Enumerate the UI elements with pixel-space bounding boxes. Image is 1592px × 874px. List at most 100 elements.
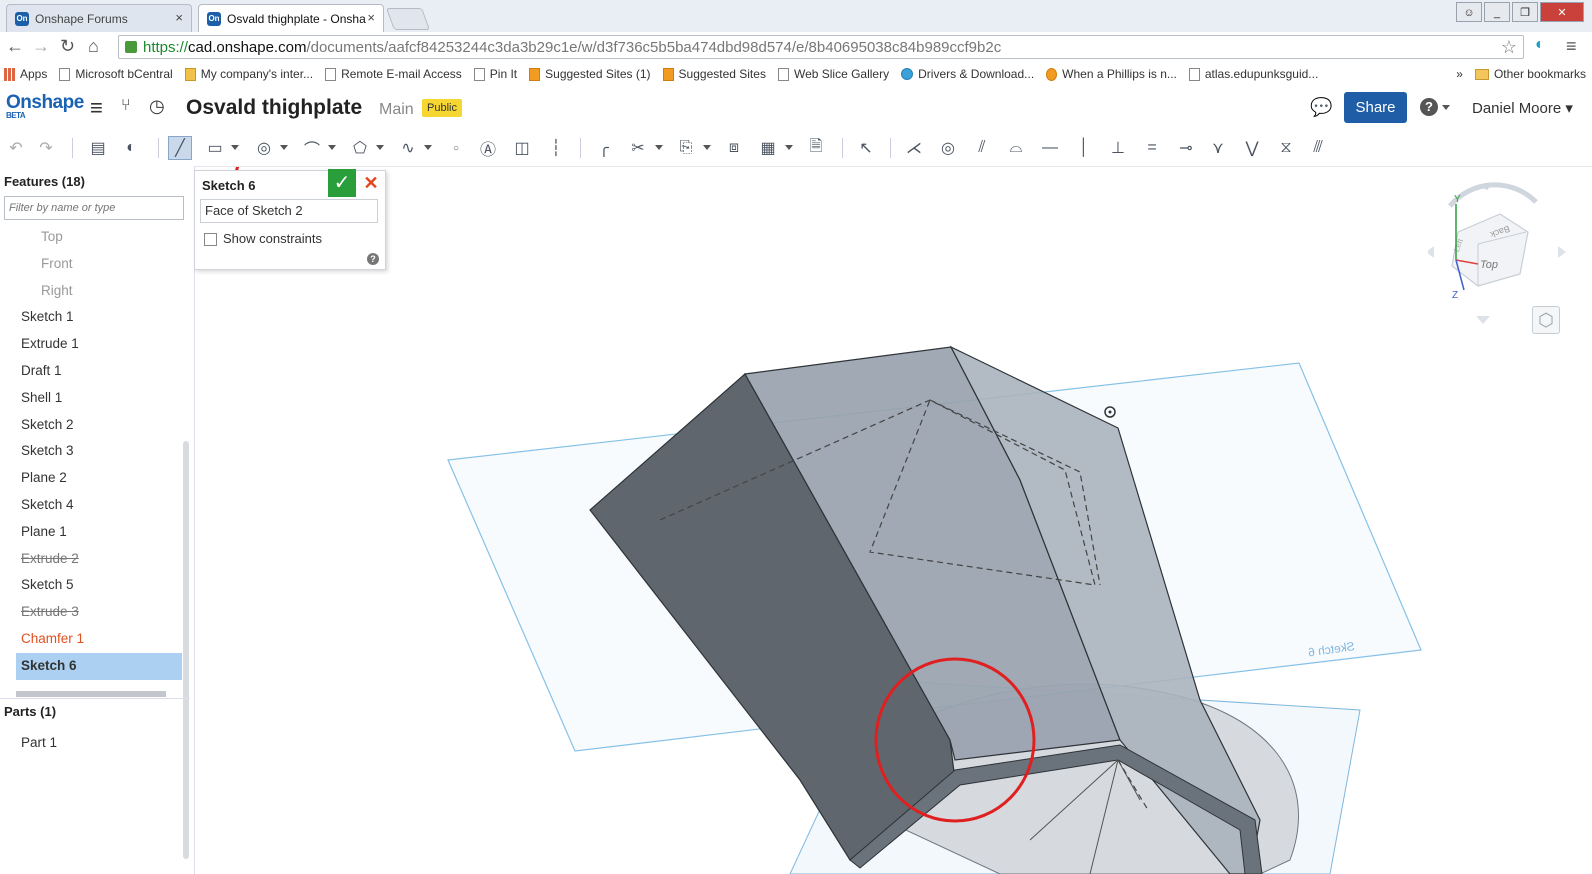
arc-tool-icon[interactable]: ⌒ bbox=[300, 136, 324, 160]
window-close-icon[interactable]: ✕ bbox=[1540, 2, 1584, 22]
graphics-viewport[interactable]: Sketch 6 bbox=[195, 167, 1592, 874]
offset-icon[interactable]: ⎘ bbox=[674, 136, 698, 160]
tangent-icon[interactable]: ⌓ bbox=[1004, 136, 1028, 160]
hamburger-menu-icon[interactable]: ≡ bbox=[90, 95, 103, 121]
bookmark-item[interactable]: atlas.edupunksguid... bbox=[1188, 67, 1318, 81]
feature-plane-1[interactable]: Plane 1 bbox=[0, 519, 182, 546]
perpendicular-icon[interactable]: ⊥ bbox=[1106, 136, 1130, 160]
share-button[interactable]: Share bbox=[1344, 92, 1407, 123]
bookmark-apps[interactable]: Apps bbox=[4, 67, 47, 81]
dimension-icon[interactable]: ┆ bbox=[544, 136, 568, 160]
point-tool-icon[interactable]: ○ bbox=[444, 136, 468, 160]
bookmark-item[interactable]: Microsoft bCentral bbox=[59, 67, 173, 81]
feature-chamfer-1[interactable]: Chamfer 1 bbox=[0, 626, 182, 653]
fillet-icon[interactable]: ╭ bbox=[592, 136, 616, 160]
chevron-down-icon[interactable] bbox=[231, 145, 239, 150]
use-convert-icon[interactable]: ◐ bbox=[119, 136, 143, 160]
spline-tool-icon[interactable]: ∿ bbox=[396, 136, 420, 160]
reload-icon[interactable]: ↻ bbox=[60, 36, 75, 57]
comments-icon[interactable]: 💬 bbox=[1310, 97, 1332, 118]
vertical-icon[interactable]: │ bbox=[1072, 136, 1096, 160]
user-menu[interactable]: Daniel Moore ▾ bbox=[1472, 99, 1573, 117]
sketch-plane-field[interactable]: Face of Sketch 2 bbox=[200, 199, 378, 223]
symmetric-icon[interactable]: ⧖ bbox=[1274, 136, 1298, 160]
bookmark-item[interactable]: Web Slice Gallery bbox=[777, 67, 889, 81]
feature-sketch-4[interactable]: Sketch 4 bbox=[0, 492, 182, 519]
chevron-down-icon[interactable] bbox=[655, 145, 663, 150]
chevron-down-icon[interactable] bbox=[424, 145, 432, 150]
forward-arrow-icon[interactable]: → bbox=[32, 36, 50, 57]
tab-close-icon[interactable]: × bbox=[367, 10, 375, 25]
arrow-right-icon[interactable] bbox=[1558, 246, 1566, 258]
workspace-name[interactable]: Main bbox=[379, 101, 414, 119]
concentric-icon[interactable]: ◎ bbox=[936, 136, 960, 160]
polygon-tool-icon[interactable]: ⬠ bbox=[348, 136, 372, 160]
bookmark-item[interactable]: Pin It bbox=[473, 67, 517, 81]
feature-sketch-5[interactable]: Sketch 5 bbox=[0, 572, 182, 599]
chrome-menu-icon[interactable]: ≡ bbox=[1566, 36, 1577, 57]
dxf-import-icon[interactable]: 🗎 bbox=[804, 136, 828, 160]
document-title[interactable]: Osvald thighplate bbox=[186, 96, 362, 120]
part-item[interactable]: Part 1 bbox=[21, 735, 57, 750]
feature-list-scrollbar[interactable] bbox=[183, 441, 189, 859]
bookmark-item[interactable]: My company's inter... bbox=[184, 67, 313, 81]
chevron-down-icon[interactable] bbox=[703, 145, 711, 150]
help-icon[interactable]: ? bbox=[1420, 98, 1438, 116]
chevron-down-icon[interactable] bbox=[280, 145, 288, 150]
normal-icon[interactable]: ⋎ bbox=[1206, 136, 1230, 160]
versions-graph-icon[interactable]: ⑂ bbox=[121, 97, 131, 115]
bookmark-item[interactable]: Suggested Sites (1) bbox=[529, 67, 651, 81]
feature-draft-1[interactable]: Draft 1 bbox=[0, 358, 182, 385]
transform-icon[interactable]: ↖ bbox=[854, 136, 878, 160]
undo-icon[interactable]: ↶ bbox=[4, 136, 28, 160]
feature-sketch-6[interactable]: Sketch 6 bbox=[16, 652, 182, 680]
arrow-down-icon[interactable] bbox=[1476, 316, 1490, 324]
feature-sketch-1[interactable]: Sketch 1 bbox=[0, 304, 182, 331]
fix-icon[interactable]: ⫻ bbox=[1306, 136, 1330, 160]
bookmark-item[interactable]: Drivers & Download... bbox=[901, 67, 1034, 81]
orbit-arc-icon[interactable] bbox=[1448, 182, 1538, 208]
accept-check-button[interactable]: ✓ bbox=[328, 169, 356, 197]
feature-shell-1[interactable]: Shell 1 bbox=[0, 385, 182, 412]
feature-top[interactable]: Top bbox=[0, 224, 182, 251]
equal-icon[interactable]: = bbox=[1140, 136, 1164, 160]
chevron-down-icon[interactable] bbox=[785, 145, 793, 150]
feature-right[interactable]: Right bbox=[0, 278, 182, 305]
mirror-icon[interactable]: ⧈ bbox=[722, 136, 746, 160]
dialog-help-icon[interactable]: ? bbox=[367, 253, 379, 265]
redo-icon[interactable]: ↷ bbox=[34, 136, 58, 160]
new-tab-button[interactable] bbox=[385, 8, 431, 30]
bookmark-item[interactable]: Remote E-mail Access bbox=[325, 67, 462, 81]
other-bookmarks[interactable]: Other bookmarks bbox=[1474, 67, 1586, 81]
feature-sketch-2[interactable]: Sketch 2 bbox=[0, 412, 182, 439]
feature-plane-2[interactable]: Plane 2 bbox=[0, 465, 182, 492]
star-bookmark-icon[interactable]: ☆ bbox=[1501, 37, 1517, 58]
home-icon[interactable]: ⌂ bbox=[88, 36, 99, 57]
midpoint-icon[interactable]: ⊸ bbox=[1174, 136, 1198, 160]
onshape-logo[interactable]: Onshape BETA bbox=[6, 93, 84, 120]
bookmark-item[interactable]: Suggested Sites bbox=[662, 67, 766, 81]
coincident-icon[interactable]: ⋌ bbox=[902, 136, 926, 160]
feature-list-hscrollbar[interactable] bbox=[16, 691, 166, 697]
horizontal-icon[interactable]: — bbox=[1038, 136, 1062, 160]
feature-extrude-2[interactable]: Extrude 2 bbox=[0, 546, 182, 573]
chevron-down-icon[interactable] bbox=[376, 145, 384, 150]
back-arrow-icon[interactable]: ← bbox=[6, 36, 24, 57]
cube-face-top[interactable]: Top bbox=[1480, 259, 1498, 271]
rectangle-tool-icon[interactable]: ▭ bbox=[203, 136, 227, 160]
extension-icon[interactable]: ◐ bbox=[1535, 36, 1545, 54]
show-constraints-label[interactable]: Show constraints bbox=[223, 231, 322, 246]
pierce-icon[interactable]: ⋁ bbox=[1240, 136, 1264, 160]
construction-icon[interactable]: ◫ bbox=[510, 136, 534, 160]
history-clock-icon[interactable]: ◷ bbox=[149, 96, 165, 117]
feature-front[interactable]: Front bbox=[0, 251, 182, 278]
address-bar[interactable]: https://cad.onshape.com/documents/aafcf8… bbox=[118, 35, 1524, 59]
help-caret-icon[interactable] bbox=[1442, 105, 1450, 110]
feature-extrude-1[interactable]: Extrude 1 bbox=[0, 331, 182, 358]
feature-filter-input[interactable] bbox=[4, 196, 184, 220]
feature-sketch-3[interactable]: Sketch 3 bbox=[0, 438, 182, 465]
profile-icon[interactable]: ☺ bbox=[1456, 2, 1482, 22]
feature-extrude-3[interactable]: Extrude 3 bbox=[0, 599, 182, 626]
show-constraints-checkbox[interactable] bbox=[204, 233, 217, 246]
text-tool-icon[interactable]: Ⓐ bbox=[476, 136, 500, 160]
